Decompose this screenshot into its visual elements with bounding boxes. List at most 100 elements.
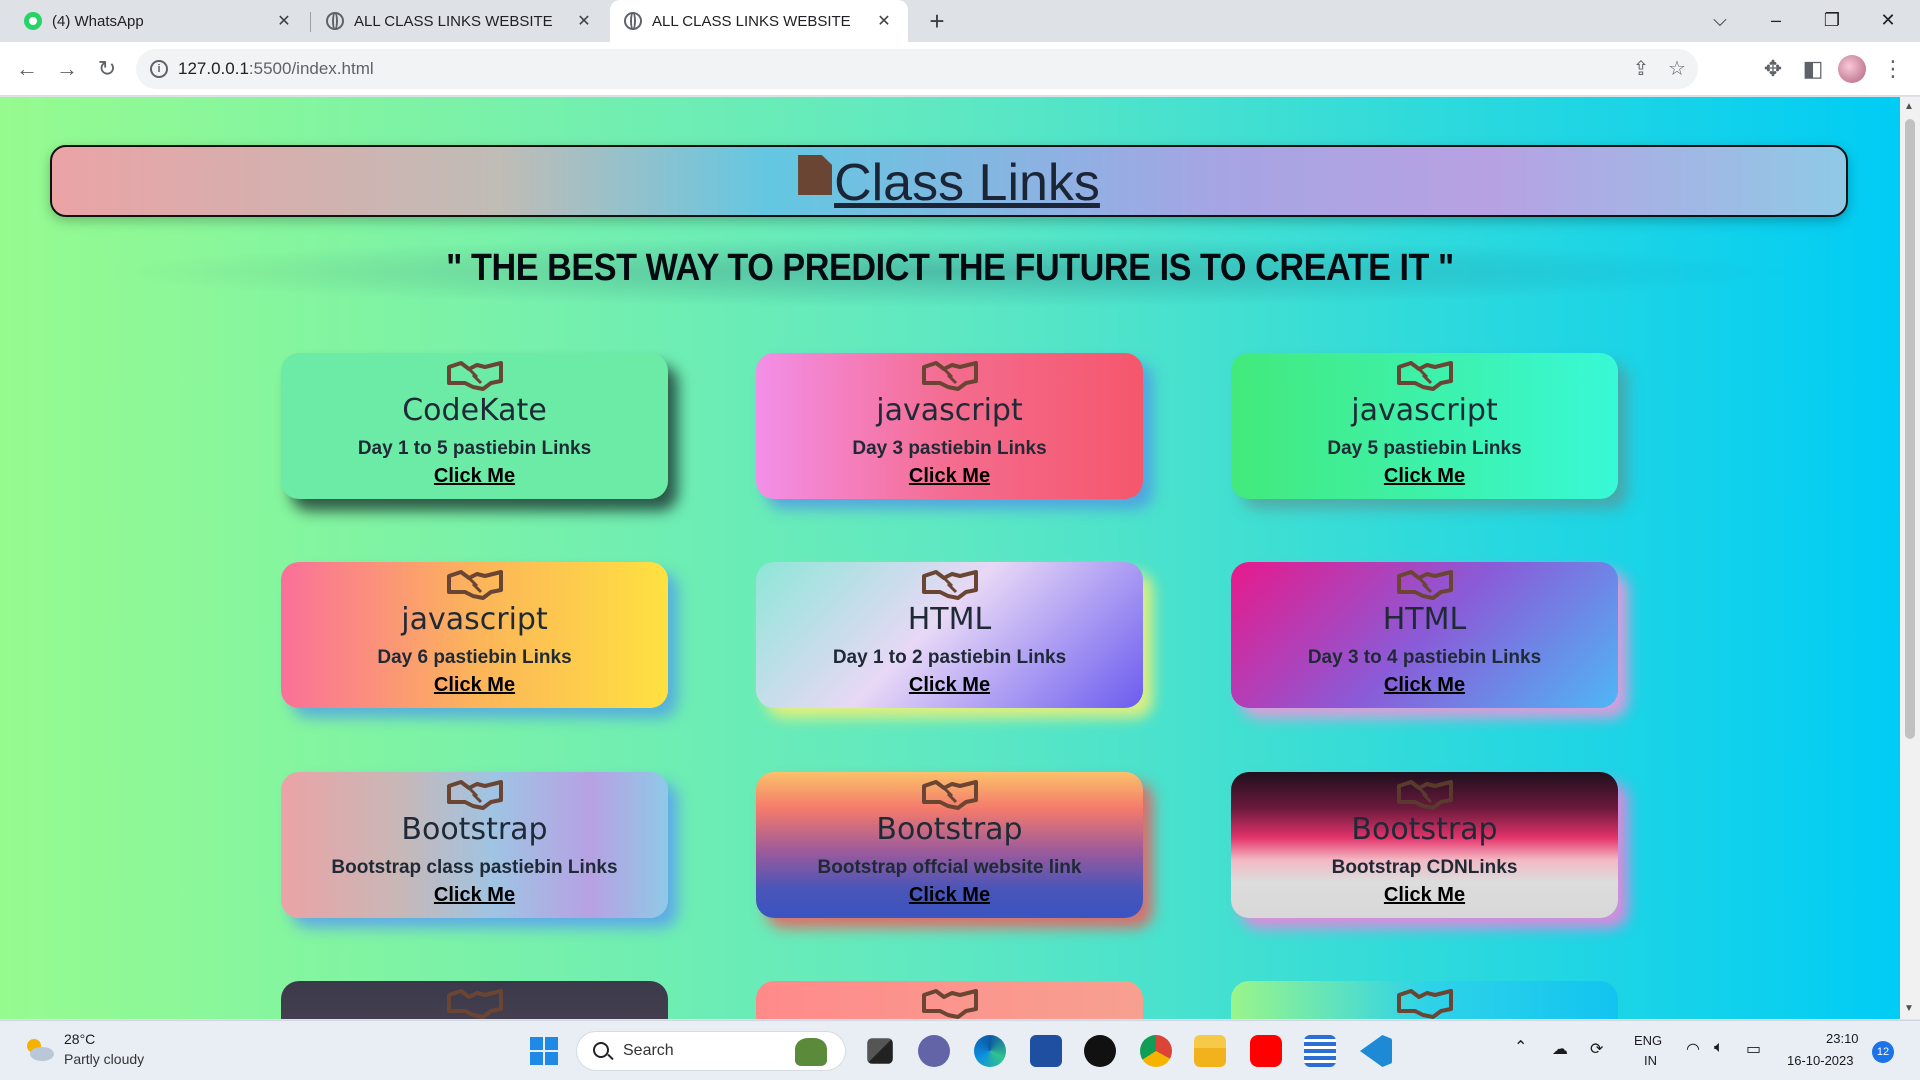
handshake-icon xyxy=(921,989,978,1019)
click-me-link[interactable]: Click Me xyxy=(1384,463,1465,489)
sync-icon[interactable]: ⟳ xyxy=(1590,1039,1603,1059)
windows-start-icon[interactable] xyxy=(528,1035,560,1067)
share-icon[interactable]: ⇪ xyxy=(1630,58,1652,80)
vscode-icon[interactable] xyxy=(1360,1035,1392,1067)
more-menu-icon[interactable]: ⋮ xyxy=(1878,54,1908,84)
notepad-icon[interactable] xyxy=(1304,1035,1336,1067)
youtube-icon[interactable] xyxy=(1250,1035,1282,1067)
click-me-link[interactable]: Click Me xyxy=(434,463,515,489)
click-me-link[interactable]: Click Me xyxy=(1384,672,1465,698)
weather-temperature[interactable]: 28°C xyxy=(64,1031,95,1047)
card-description: Bootstrap class pastiebin Links xyxy=(331,857,618,878)
tab-title: (4) WhatsApp xyxy=(52,12,144,30)
back-arrow-icon[interactable]: ← xyxy=(12,54,42,84)
new-tab-button[interactable]: + xyxy=(922,6,952,36)
tab-class-links-active[interactable]: ALL CLASS LINKS WEBSITE ✕ xyxy=(610,0,908,42)
address-bar[interactable]: i 127.0.0.1:5500/index.html ⇪ ☆ xyxy=(136,49,1698,89)
card-title: HTML xyxy=(1382,602,1467,637)
card-partial xyxy=(1231,981,1618,1019)
clock-time[interactable]: 23:10 xyxy=(1826,1031,1859,1046)
click-me-link[interactable]: Click Me xyxy=(434,672,515,698)
notification-count-badge[interactable]: 12 xyxy=(1872,1041,1894,1063)
click-me-link[interactable]: Click Me xyxy=(909,672,990,698)
minimize-icon[interactable]: – xyxy=(1748,0,1804,42)
teams-chat-icon[interactable] xyxy=(918,1035,950,1067)
click-me-link[interactable]: Click Me xyxy=(909,463,990,489)
windows-taskbar: 28°C Partly cloudy Search ⌃ ☁ ⟳ ENG IN ◠… xyxy=(0,1020,1920,1080)
side-panel-icon[interactable]: ◧ xyxy=(1798,54,1828,84)
reload-icon[interactable]: ↻ xyxy=(92,54,122,84)
clock-date[interactable]: 16-10-2023 xyxy=(1787,1053,1854,1068)
tab-whatsapp[interactable]: (4) WhatsApp ✕ xyxy=(10,0,308,42)
bookmark-star-icon[interactable]: ☆ xyxy=(1666,58,1688,80)
card-description: Day 3 pastiebin Links xyxy=(852,438,1047,459)
card-bootstrap-class: Bootstrap Bootstrap class pastiebin Link… xyxy=(281,772,668,918)
card-description: Day 5 pastiebin Links xyxy=(1327,438,1522,459)
partly-cloudy-icon[interactable] xyxy=(22,1035,56,1063)
handshake-icon xyxy=(1396,570,1453,600)
page-header: Class Links xyxy=(50,145,1848,217)
card-title: Bootstrap xyxy=(401,812,548,847)
onedrive-error-icon[interactable]: ☁ xyxy=(1552,1039,1568,1059)
quote-text: " THE BEST WAY TO PREDICT THE FUTURE IS … xyxy=(446,247,1454,289)
profile-avatar[interactable] xyxy=(1838,55,1866,83)
url-text[interactable]: 127.0.0.1:5500/index.html xyxy=(178,59,374,79)
click-me-link[interactable]: Click Me xyxy=(1384,882,1465,908)
task-view-icon[interactable] xyxy=(867,1038,893,1064)
language-region[interactable]: IN xyxy=(1644,1053,1657,1068)
microsoft-store-icon[interactable] xyxy=(1030,1035,1062,1067)
tab-class-links[interactable]: ALL CLASS LINKS WEBSITE ✕ xyxy=(312,0,608,42)
volume-icon[interactable]: 🔈︎ xyxy=(1714,1039,1724,1057)
close-icon[interactable]: ✕ xyxy=(874,11,894,31)
forward-arrow-icon[interactable]: → xyxy=(52,54,82,84)
card-description: Day 6 pastiebin Links xyxy=(377,647,572,668)
scroll-up-arrow-icon[interactable]: ▲ xyxy=(1904,101,1914,112)
battery-icon[interactable]: ▭ xyxy=(1746,1039,1761,1059)
search-highlight-dragon-icon xyxy=(795,1038,827,1066)
extensions-puzzle-icon[interactable]: ✥ xyxy=(1758,54,1788,84)
restore-icon[interactable]: ❐ xyxy=(1804,0,1860,42)
card-partial xyxy=(756,981,1143,1019)
edge-browser-icon[interactable] xyxy=(974,1035,1006,1067)
click-me-link[interactable]: Click Me xyxy=(434,882,515,908)
dell-icon[interactable] xyxy=(1084,1035,1116,1067)
url-host: 127.0.0.1 xyxy=(178,59,249,78)
handshake-icon xyxy=(1396,361,1453,391)
card-bootstrap-cdn: Bootstrap Bootstrap CDNLinks Click Me xyxy=(1231,772,1618,918)
handshake-icon xyxy=(446,780,503,810)
card-javascript-day3: javascript Day 3 pastiebin Links Click M… xyxy=(756,353,1143,499)
card-description: Day 1 to 2 pastiebin Links xyxy=(832,647,1067,668)
chrome-browser-icon[interactable] xyxy=(1140,1035,1172,1067)
weather-description[interactable]: Partly cloudy xyxy=(64,1051,144,1067)
tray-overflow-chevron-icon[interactable]: ⌃ xyxy=(1514,1037,1527,1057)
file-explorer-icon[interactable] xyxy=(1194,1035,1226,1067)
close-icon[interactable]: ✕ xyxy=(574,11,594,31)
handshake-icon xyxy=(921,361,978,391)
tab-strip: (4) WhatsApp ✕ ALL CLASS LINKS WEBSITE ✕… xyxy=(0,0,1920,42)
card-description: Bootstrap CDNLinks xyxy=(1331,857,1518,878)
tab-search-chevron-icon[interactable]: ⌵ xyxy=(1692,0,1748,42)
whatsapp-icon xyxy=(24,12,42,30)
handshake-icon xyxy=(446,570,503,600)
card-bootstrap-official: Bootstrap Bootstrap offcial website link… xyxy=(756,772,1143,918)
card-title: Bootstrap xyxy=(876,812,1023,847)
click-me-link[interactable]: Click Me xyxy=(909,882,990,908)
card-title: javascript xyxy=(876,393,1023,428)
card-codekate: CodeKate Day 1 to 5 pastiebin Links Clic… xyxy=(281,353,668,499)
scroll-thumb[interactable] xyxy=(1905,119,1915,739)
site-info-icon[interactable]: i xyxy=(150,60,168,78)
close-icon[interactable]: ✕ xyxy=(274,11,294,31)
scroll-down-arrow-icon[interactable]: ▼ xyxy=(1904,1003,1914,1014)
browser-toolbar: ← → ↻ i 127.0.0.1:5500/index.html ⇪ ☆ ✥ … xyxy=(0,42,1920,96)
card-title: javascript xyxy=(1351,393,1498,428)
globe-icon xyxy=(326,12,344,30)
tab-separator xyxy=(310,12,311,32)
wifi-icon[interactable]: ◠ xyxy=(1686,1039,1700,1059)
header-title-link[interactable]: Class Links xyxy=(834,157,1100,209)
taskbar-search[interactable]: Search xyxy=(576,1031,846,1071)
language-indicator[interactable]: ENG xyxy=(1634,1033,1662,1048)
handshake-icon xyxy=(1396,780,1453,810)
window-close-icon[interactable]: ✕ xyxy=(1860,0,1916,42)
card-title: CodeKate xyxy=(402,393,547,428)
vertical-scrollbar[interactable]: ▲ ▼ xyxy=(1900,97,1920,1019)
